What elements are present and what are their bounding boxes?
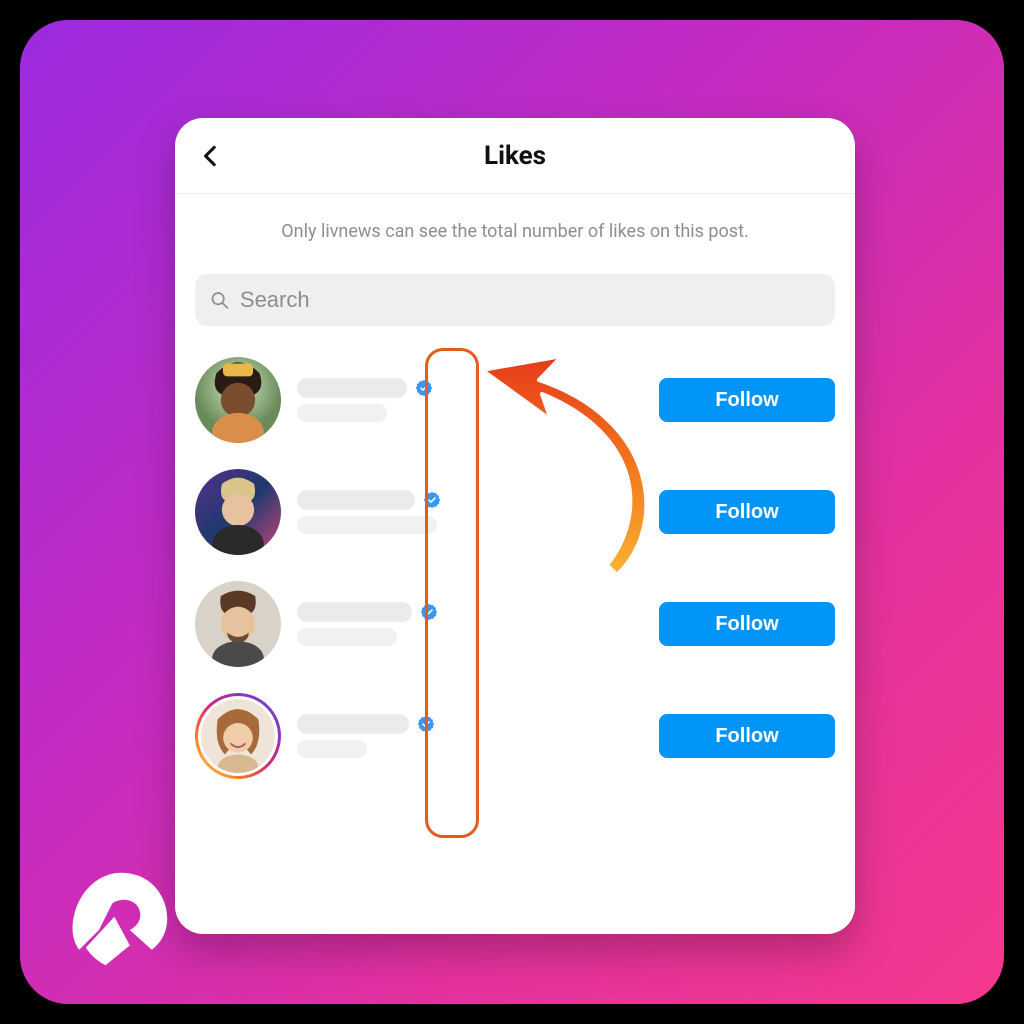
brand-logo-icon	[66, 864, 176, 974]
list-item: Follow	[195, 344, 835, 456]
chevron-left-icon	[198, 143, 224, 169]
back-button[interactable]	[193, 138, 229, 174]
avatar[interactable]	[195, 693, 281, 779]
search-input[interactable]	[240, 287, 821, 313]
username-redacted	[297, 714, 409, 734]
search-icon	[209, 289, 230, 311]
list-item: Follow	[195, 680, 835, 792]
page-title: Likes	[484, 141, 546, 171]
username-redacted	[297, 490, 415, 510]
follow-button[interactable]: Follow	[659, 378, 835, 422]
display-name-redacted	[297, 516, 437, 534]
avatar[interactable]	[195, 357, 281, 443]
username-redacted	[297, 378, 407, 398]
search-field[interactable]	[195, 274, 835, 326]
user-name-block	[297, 378, 643, 422]
promo-background: Likes Only livnews can see the total num…	[20, 20, 1004, 1004]
user-name-block	[297, 714, 643, 758]
likers-list: Follow Follow	[175, 336, 855, 792]
username-redacted	[297, 602, 412, 622]
user-name-block	[297, 602, 643, 646]
likes-panel: Likes Only livnews can see the total num…	[175, 118, 855, 934]
follow-button[interactable]: Follow	[659, 714, 835, 758]
follow-button[interactable]: Follow	[659, 602, 835, 646]
user-name-block	[297, 490, 643, 534]
verified-badge-icon	[420, 603, 438, 621]
likes-privacy-notice: Only livnews can see the total number of…	[175, 194, 855, 270]
display-name-redacted	[297, 404, 387, 422]
list-item: Follow	[195, 568, 835, 680]
avatar[interactable]	[195, 581, 281, 667]
display-name-redacted	[297, 740, 367, 758]
avatar[interactable]	[195, 469, 281, 555]
verified-badge-icon	[423, 491, 441, 509]
list-item: Follow	[195, 456, 835, 568]
follow-button[interactable]: Follow	[659, 490, 835, 534]
verified-badge-icon	[417, 715, 435, 733]
display-name-redacted	[297, 628, 397, 646]
header: Likes	[175, 118, 855, 194]
verified-badge-icon	[415, 379, 433, 397]
